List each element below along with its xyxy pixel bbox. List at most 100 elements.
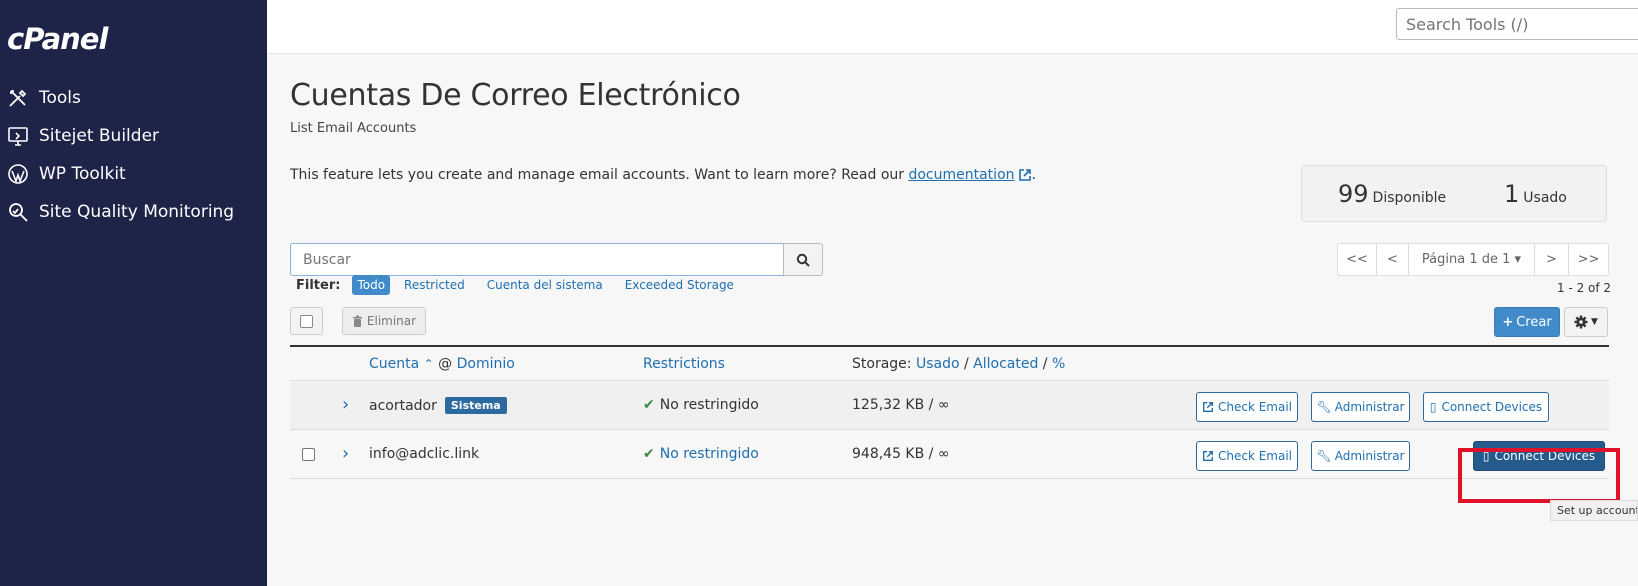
restriction-text: No restringido [659,397,759,413]
check-email-label: Check Email [1217,400,1293,414]
connect-devices-button[interactable]: ▯ Connect Devices [1423,392,1549,422]
sort-domain-link[interactable]: Dominio [457,356,515,372]
sidebar-item-label: Sitejet Builder [39,126,160,146]
expand-row-icon[interactable]: › [342,445,349,463]
pager-last[interactable]: >> [1569,244,1608,275]
restriction-cell: ✔ No restringido [643,446,759,462]
sidebar-item-tools[interactable]: Tools [7,83,81,113]
filter-all[interactable]: Todo [352,275,391,295]
page-description: This feature lets you create and manage … [290,167,1036,183]
table-row: › info@adclic.link ✔ No restringido 948,4… [290,431,1609,479]
header-storage: Storage: Usado / Allocated / % [852,356,1065,372]
wordpress-icon [8,164,28,184]
monitor-icon [8,127,28,146]
sidebar-item-site-quality[interactable]: Site Quality Monitoring [7,197,234,227]
header-restrictions: Restrictions [643,356,725,372]
sort-account-link[interactable]: Cuenta [369,356,419,372]
sort-percent-link[interactable]: % [1052,356,1065,372]
sort-allocated-link[interactable]: Allocated [973,356,1038,372]
check-icon: ✔ [643,446,655,462]
check-email-button[interactable]: Check Email [1196,392,1298,422]
connect-devices-label: Connect Devices [1441,400,1543,414]
available-label: Disponible [1372,190,1447,206]
sort-used-link[interactable]: Usado [916,356,960,372]
result-count: 1 - 2 of 2 [1557,281,1612,295]
restriction-link[interactable]: No restringido [660,446,759,462]
used-label: Usado [1523,190,1567,206]
pager-first[interactable]: << [1338,244,1377,275]
external-link-icon [1018,169,1031,181]
external-link-icon [1203,451,1213,461]
caret-down-icon: ▼ [1591,317,1598,327]
stat-available: 99 Disponible [1338,180,1446,208]
select-all-checkbox[interactable] [290,307,323,335]
stat-used: 1 Usado [1504,180,1567,208]
page-subtitle: List Email Accounts [290,121,417,136]
plus-icon: + [1502,314,1514,330]
filter-bar: Filter: Todo Restricted Cuenta del siste… [296,274,756,296]
sidebar-item-label: WP Toolkit [39,164,126,184]
manage-label: Administrar [1334,449,1405,463]
sidebar: cPanel Tools Sitejet Builder WP Toolkit … [0,0,267,586]
pager-page-label: Página 1 de 1 [1421,252,1511,267]
settings-dropdown[interactable]: ▼ [1564,307,1608,337]
search-icon [796,253,810,267]
wrench-icon: 🔧︎ [1316,400,1332,414]
storage-prefix: Storage: [852,356,912,372]
pager-prev[interactable]: < [1377,244,1409,275]
tooltip: Set up account [1550,500,1638,521]
filter-exceeded-storage[interactable]: Exceeded Storage [625,278,734,292]
check-icon: ✔ [643,397,655,413]
documentation-link[interactable]: documentation [908,167,1014,183]
header-sep: / [1042,356,1048,372]
search-tools-input[interactable] [1396,8,1638,40]
description-end: . [1031,167,1036,183]
create-button[interactable]: + Crear [1494,307,1560,337]
sidebar-item-wp-toolkit[interactable]: WP Toolkit [7,159,126,189]
row-checkbox[interactable] [302,448,315,461]
account-name: info@adclic.link [369,446,480,462]
manage-button[interactable]: 🔧︎ Administrar [1311,441,1410,471]
sidebar-item-label: Site Quality Monitoring [39,202,235,222]
check-email-label: Check Email [1217,449,1293,463]
sidebar-item-sitejet[interactable]: Sitejet Builder [7,121,159,151]
sort-restrictions-link[interactable]: Restrictions [643,356,725,372]
page-title: Cuentas De Correo Electrónico [290,78,741,113]
filter-restricted[interactable]: Restricted [404,278,465,292]
manage-button[interactable]: 🔧︎ Administrar [1311,392,1410,422]
delete-button[interactable]: Eliminar [342,307,426,335]
expand-row-icon[interactable]: › [342,396,349,414]
phone-icon: ▯ [1429,400,1437,414]
system-badge: Sistema [444,397,507,414]
filter-label: Filter: [296,277,341,293]
checkbox-box [300,314,313,328]
search-button[interactable] [783,243,823,276]
storage-cell: 948,45 KB / ∞ [852,446,950,462]
main-content: Cuentas De Correo Electrónico List Email… [267,54,1638,586]
restriction-cell: ✔ No restringido [643,397,759,413]
gear-icon [1574,315,1588,329]
delete-label: Eliminar [366,314,417,328]
filter-system-account[interactable]: Cuenta del sistema [487,278,603,292]
account-name: acortador [369,398,437,414]
wrench-icon: 🔧︎ [1316,449,1332,463]
description-text: This feature lets you create and manage … [290,167,909,183]
storage-cell: 125,32 KB / ∞ [852,397,950,413]
create-label: Crear [1516,314,1552,330]
table-header: Cuenta ⌃ @ Dominio Restrictions Storage:… [290,345,1609,381]
header-account: Cuenta ⌃ @ Dominio [369,356,515,372]
highlight-box [1458,448,1620,503]
check-email-button[interactable]: Check Email [1196,441,1298,471]
magnifier-icon [9,203,28,222]
search-input[interactable] [290,243,784,276]
header-at: @ [438,356,453,372]
cpanel-logo[interactable]: cPanel [7,22,108,56]
sort-asc-icon: ⌃ [423,357,434,371]
header-sep: / [963,356,969,372]
pager-next[interactable]: > [1535,244,1569,275]
account-stats: 99 Disponible 1 Usado [1301,165,1607,222]
pagination: << < Página 1 de 1 ▾ > >> [1337,243,1609,276]
table-row: › acortador Sistema ✔ No restringido 125,3… [290,382,1609,430]
pager-page-select[interactable]: Página 1 de 1 ▾ [1409,244,1535,275]
used-count: 1 [1504,180,1520,208]
